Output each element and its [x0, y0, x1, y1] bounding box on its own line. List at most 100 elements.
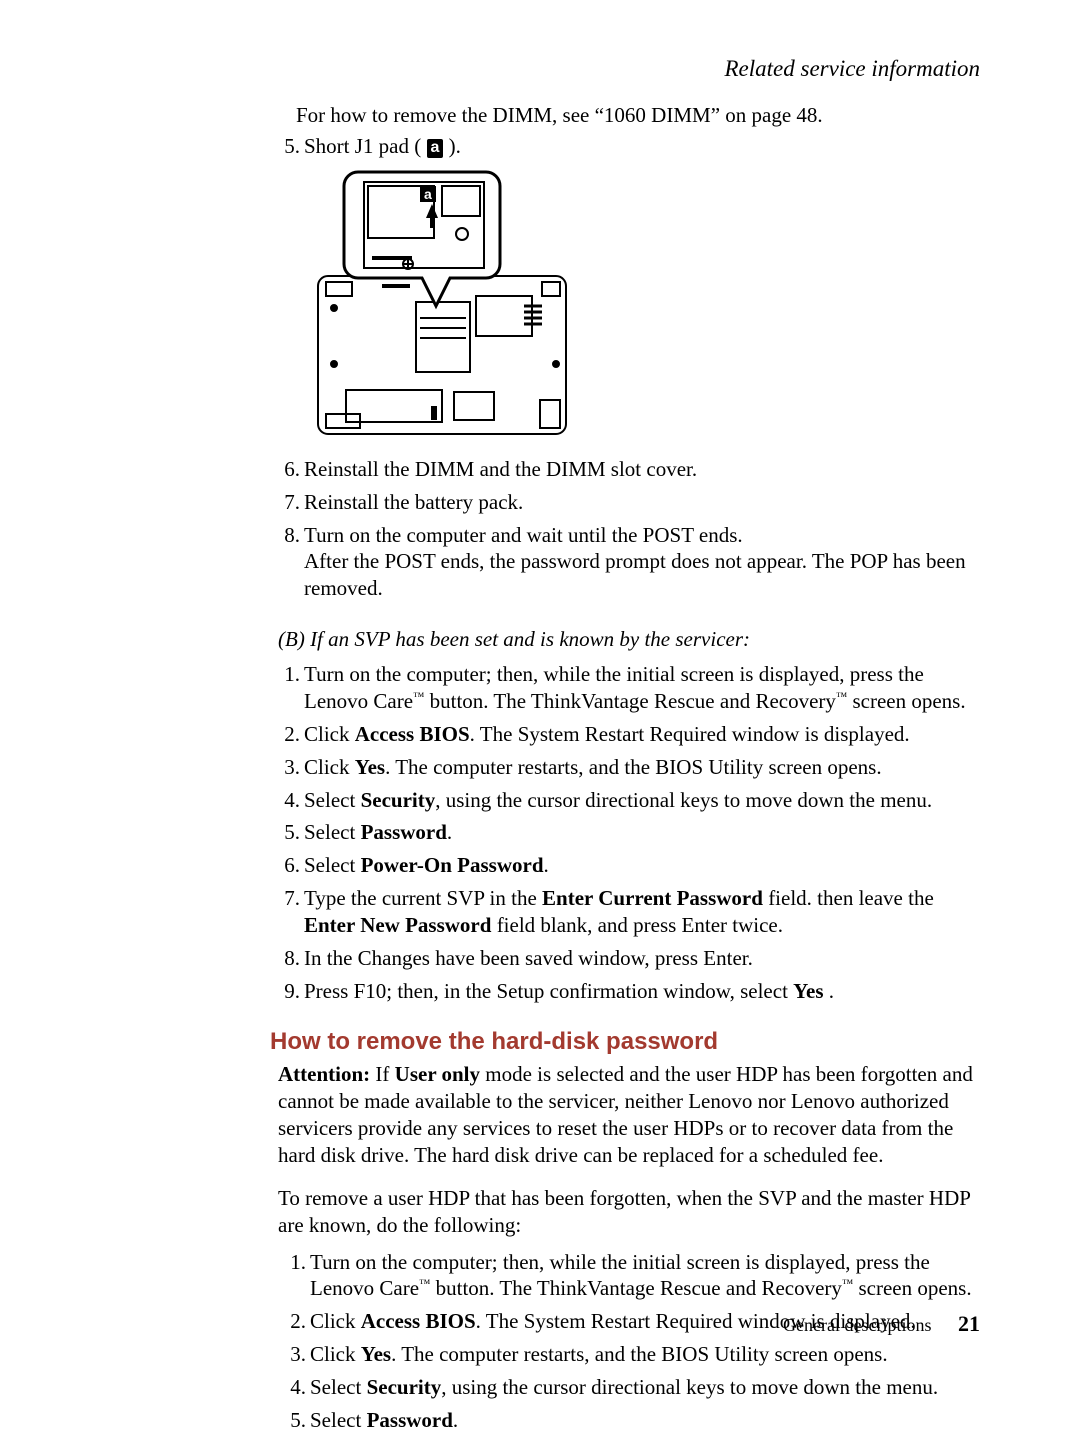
list-b: 1. Turn on the computer; then, while the…	[278, 661, 980, 1005]
b2-c: . The System Restart Required window is …	[470, 722, 910, 746]
list-a-item-7: 7. Reinstall the battery pack.	[278, 489, 980, 516]
list-marker: 7.	[270, 885, 300, 912]
laptop-underside-diagram: a	[312, 168, 572, 448]
list-marker: 6.	[270, 456, 300, 483]
hdp-heading: How to remove the hard-disk password	[270, 1027, 980, 1058]
item5-text-prefix: Short J1 pad (	[304, 134, 421, 158]
list-marker: 2.	[276, 1308, 306, 1335]
pad-a-icon: a	[427, 139, 444, 158]
list-b-item-5: 5. Select Password.	[278, 819, 980, 846]
attn-a: If	[370, 1062, 395, 1086]
svg-text:a: a	[424, 186, 432, 202]
c5-a: Select	[310, 1408, 367, 1432]
list-marker: 9.	[270, 978, 300, 1005]
b9-b: Yes	[793, 979, 823, 1003]
b3-a: Click	[304, 755, 355, 779]
hdp-lead: To remove a user HDP that has been forgo…	[278, 1185, 980, 1239]
b6-b: Power-On Password	[361, 853, 544, 877]
c1-c: screen opens.	[853, 1276, 971, 1300]
list-marker: 3.	[270, 754, 300, 781]
c4-c: , using the cursor directional keys to m…	[441, 1375, 938, 1399]
list-b-item-9: 9. Press F10; then, in the Setup confirm…	[278, 978, 980, 1005]
b3-c: . The computer restarts, and the BIOS Ut…	[385, 755, 882, 779]
footer-section: General descriptions	[783, 1315, 931, 1335]
list-a-item-6: 6. Reinstall the DIMM and the DIMM slot …	[278, 456, 980, 483]
attn-label: Attention:	[278, 1062, 370, 1086]
page-body: For how to remove the DIMM, see “1060 DI…	[278, 102, 980, 1434]
list-b-item-3: 3. Click Yes. The computer restarts, and…	[278, 754, 980, 781]
list-marker: 5.	[276, 1407, 306, 1434]
section-b-heading: (B) If an SVP has been set and is known …	[278, 626, 980, 653]
page: Related service information For how to r…	[0, 0, 1080, 1397]
b1-c: screen opens.	[847, 689, 965, 713]
list-b-item-4: 4. Select Security, using the cursor dir…	[278, 787, 980, 814]
b6-a: Select	[304, 853, 361, 877]
tm-icon: ™	[836, 691, 847, 703]
list-marker: 8.	[270, 945, 300, 972]
c5-c: .	[453, 1408, 458, 1432]
list-marker: 4.	[270, 787, 300, 814]
list-marker: 1.	[276, 1249, 306, 1276]
b3-b: Yes	[355, 755, 385, 779]
list-b-item-6: 6. Select Power-On Password.	[278, 852, 980, 879]
tm-icon: ™	[419, 1278, 430, 1290]
b9-a: Press F10; then, in the Setup confirmati…	[304, 979, 793, 1003]
b5-a: Select	[304, 820, 361, 844]
list-a: 5. Short J1 pad ( a ).	[278, 133, 980, 602]
c3-a: Click	[310, 1342, 361, 1366]
c2-b: Access BIOS	[361, 1309, 476, 1333]
b7-b: Enter Current Password	[542, 886, 763, 910]
list-b-item-2: 2. Click Access BIOS. The System Restart…	[278, 721, 980, 748]
list-b-item-7: 7. Type the current SVP in the Enter Cur…	[278, 885, 980, 939]
c3-c: . The computer restarts, and the BIOS Ut…	[391, 1342, 888, 1366]
list-marker: 7.	[270, 489, 300, 516]
hdp-attention: Attention: If User only mode is selected…	[278, 1061, 980, 1169]
list-c: 1. Turn on the computer; then, while the…	[284, 1249, 980, 1434]
b4-a: Select	[304, 788, 361, 812]
b7-d: Enter New Password	[304, 913, 491, 937]
b7-c: field. then leave the	[763, 886, 934, 910]
b9-c: .	[824, 979, 835, 1003]
b7-a: Type the current SVP in the	[304, 886, 542, 910]
list-marker: 8.	[270, 522, 300, 549]
b4-c: , using the cursor directional keys to m…	[435, 788, 932, 812]
b6-c: .	[544, 853, 549, 877]
tm-icon: ™	[413, 691, 424, 703]
item8-line1: Turn on the computer and wait until the …	[304, 523, 743, 547]
attn-b: User only	[395, 1062, 480, 1086]
item5-text-suffix: ).	[449, 134, 461, 158]
list-marker: 3.	[276, 1341, 306, 1368]
c4-b: Security	[367, 1375, 442, 1399]
b5-c: .	[447, 820, 452, 844]
intro-line: For how to remove the DIMM, see “1060 DI…	[296, 102, 980, 129]
list-marker: 2.	[270, 721, 300, 748]
list-c-item-5: 5. Select Password.	[284, 1407, 980, 1434]
item6-text: Reinstall the DIMM and the DIMM slot cov…	[304, 457, 697, 481]
list-a-item-5: 5. Short J1 pad ( a ).	[278, 133, 980, 448]
page-number: 21	[958, 1311, 980, 1336]
b1-b: button. The ThinkVantage Rescue and Reco…	[424, 689, 836, 713]
list-marker: 5.	[270, 133, 300, 160]
c3-b: Yes	[361, 1342, 391, 1366]
b8: In the Changes have been saved window, p…	[304, 946, 753, 970]
b4-b: Security	[361, 788, 436, 812]
list-marker: 6.	[270, 852, 300, 879]
c2-a: Click	[310, 1309, 361, 1333]
running-header: Related service information	[725, 56, 981, 82]
list-marker: 5.	[270, 819, 300, 846]
list-marker: 1.	[270, 661, 300, 688]
b2-b: Access BIOS	[355, 722, 470, 746]
tm-icon: ™	[842, 1278, 853, 1290]
list-c-item-3: 3. Click Yes. The computer restarts, and…	[284, 1341, 980, 1368]
b5-b: Password	[361, 820, 447, 844]
diagram-svg: a	[312, 168, 572, 448]
item7-text: Reinstall the battery pack.	[304, 490, 523, 514]
page-footer: General descriptions 21	[783, 1311, 980, 1337]
list-a-item-8: 8. Turn on the computer and wait until t…	[278, 522, 980, 603]
list-b-item-8: 8. In the Changes have been saved window…	[278, 945, 980, 972]
c5-b: Password	[367, 1408, 453, 1432]
list-c-item-1: 1. Turn on the computer; then, while the…	[284, 1249, 980, 1303]
c1-b: button. The ThinkVantage Rescue and Reco…	[430, 1276, 842, 1300]
c4-a: Select	[310, 1375, 367, 1399]
b2-a: Click	[304, 722, 355, 746]
